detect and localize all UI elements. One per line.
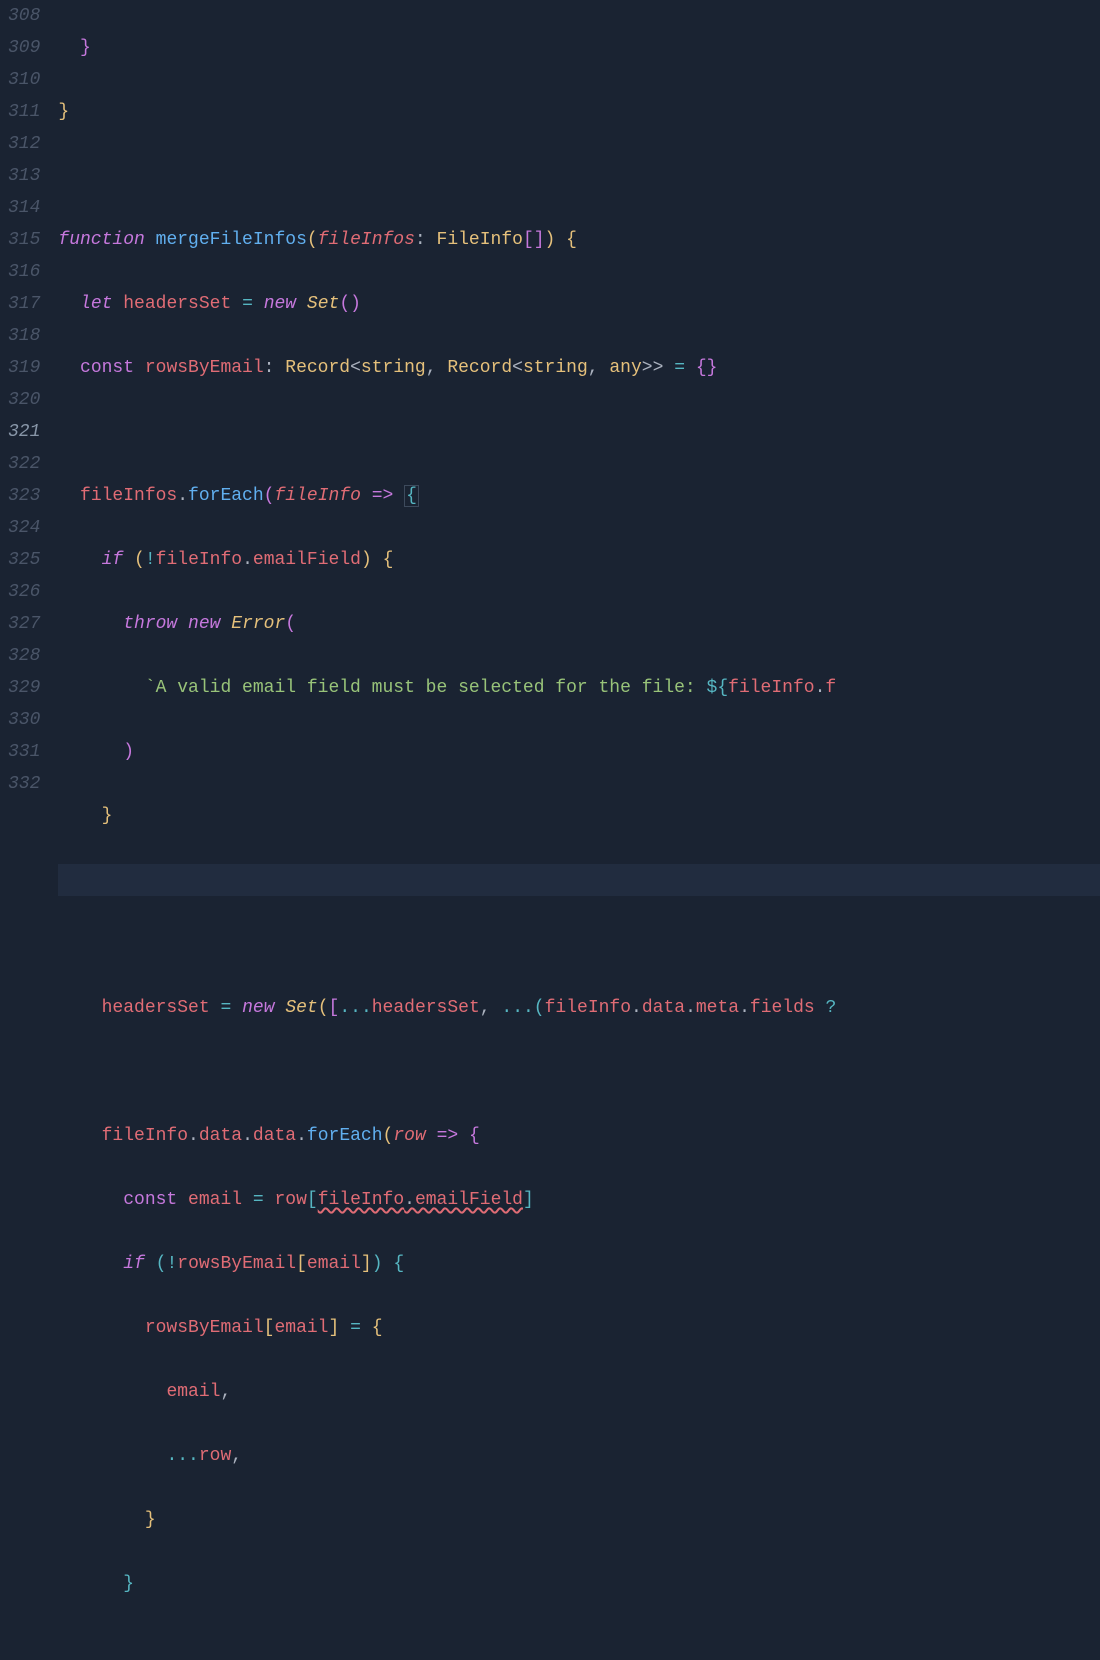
line-number: 317 [8, 288, 40, 320]
line-number: 322 [8, 448, 40, 480]
error-squiggle[interactable]: fileInfo [318, 1190, 404, 1210]
line-number: 323 [8, 480, 40, 512]
code-area[interactable]: } } function mergeFileInfos(fileInfos: F… [58, 0, 1100, 830]
code-line[interactable]: headersSet = new Set([...headersSet, ...… [58, 992, 1100, 1024]
line-number: 326 [8, 576, 40, 608]
code-line[interactable]: fileInfo.data.data.forEach(row => { [58, 1120, 1100, 1152]
line-number: 329 [8, 672, 40, 704]
line-number: 316 [8, 256, 40, 288]
line-number-active: 321 [8, 416, 40, 448]
code-line[interactable]: const email = row[fileInfo.emailField] [58, 1184, 1100, 1216]
code-line[interactable]: ) [58, 736, 1100, 768]
code-line[interactable]: function mergeFileInfos(fileInfos: FileI… [58, 224, 1100, 256]
line-number: 332 [8, 768, 40, 800]
code-line[interactable]: throw new Error( [58, 608, 1100, 640]
line-number: 330 [8, 704, 40, 736]
line-number: 312 [8, 128, 40, 160]
code-editor[interactable]: 308 309 310 311 312 313 314 315 316 317 … [0, 0, 1100, 830]
code-line[interactable] [58, 928, 1100, 960]
line-number: 328 [8, 640, 40, 672]
code-line[interactable] [58, 1056, 1100, 1088]
code-line[interactable]: } [58, 1568, 1100, 1600]
line-number: 318 [8, 320, 40, 352]
code-line[interactable]: `A valid email field must be selected fo… [58, 672, 1100, 704]
code-line[interactable] [58, 160, 1100, 192]
line-number: 320 [8, 384, 40, 416]
code-line[interactable]: if (!fileInfo.emailField) { [58, 544, 1100, 576]
line-number: 325 [8, 544, 40, 576]
line-number: 331 [8, 736, 40, 768]
code-line[interactable]: const rowsByEmail: Record<string, Record… [58, 352, 1100, 384]
line-number: 313 [8, 160, 40, 192]
code-line[interactable]: } [58, 1504, 1100, 1536]
code-line[interactable]: } [58, 96, 1100, 128]
code-line[interactable]: let headersSet = new Set() [58, 288, 1100, 320]
line-number: 315 [8, 224, 40, 256]
line-number: 314 [8, 192, 40, 224]
code-line[interactable]: fileInfos.forEach(fileInfo => { [58, 480, 1100, 512]
line-number: 309 [8, 32, 40, 64]
code-line[interactable] [58, 416, 1100, 448]
line-number-gutter: 308 309 310 311 312 313 314 315 316 317 … [0, 0, 58, 830]
code-line[interactable]: rowsByEmail[email] = { [58, 1312, 1100, 1344]
code-line[interactable]: email, [58, 1376, 1100, 1408]
code-line[interactable]: } [58, 800, 1100, 832]
code-line[interactable]: if (!rowsByEmail[email]) { [58, 1248, 1100, 1280]
line-number: 310 [8, 64, 40, 96]
line-number: 327 [8, 608, 40, 640]
line-number: 311 [8, 96, 40, 128]
error-squiggle[interactable]: emailField [415, 1190, 523, 1210]
line-number: 324 [8, 512, 40, 544]
line-number: 308 [8, 0, 40, 32]
line-number: 319 [8, 352, 40, 384]
code-line[interactable]: } [58, 32, 1100, 64]
code-line[interactable]: ...row, [58, 1440, 1100, 1472]
code-line-active[interactable] [58, 864, 1100, 896]
